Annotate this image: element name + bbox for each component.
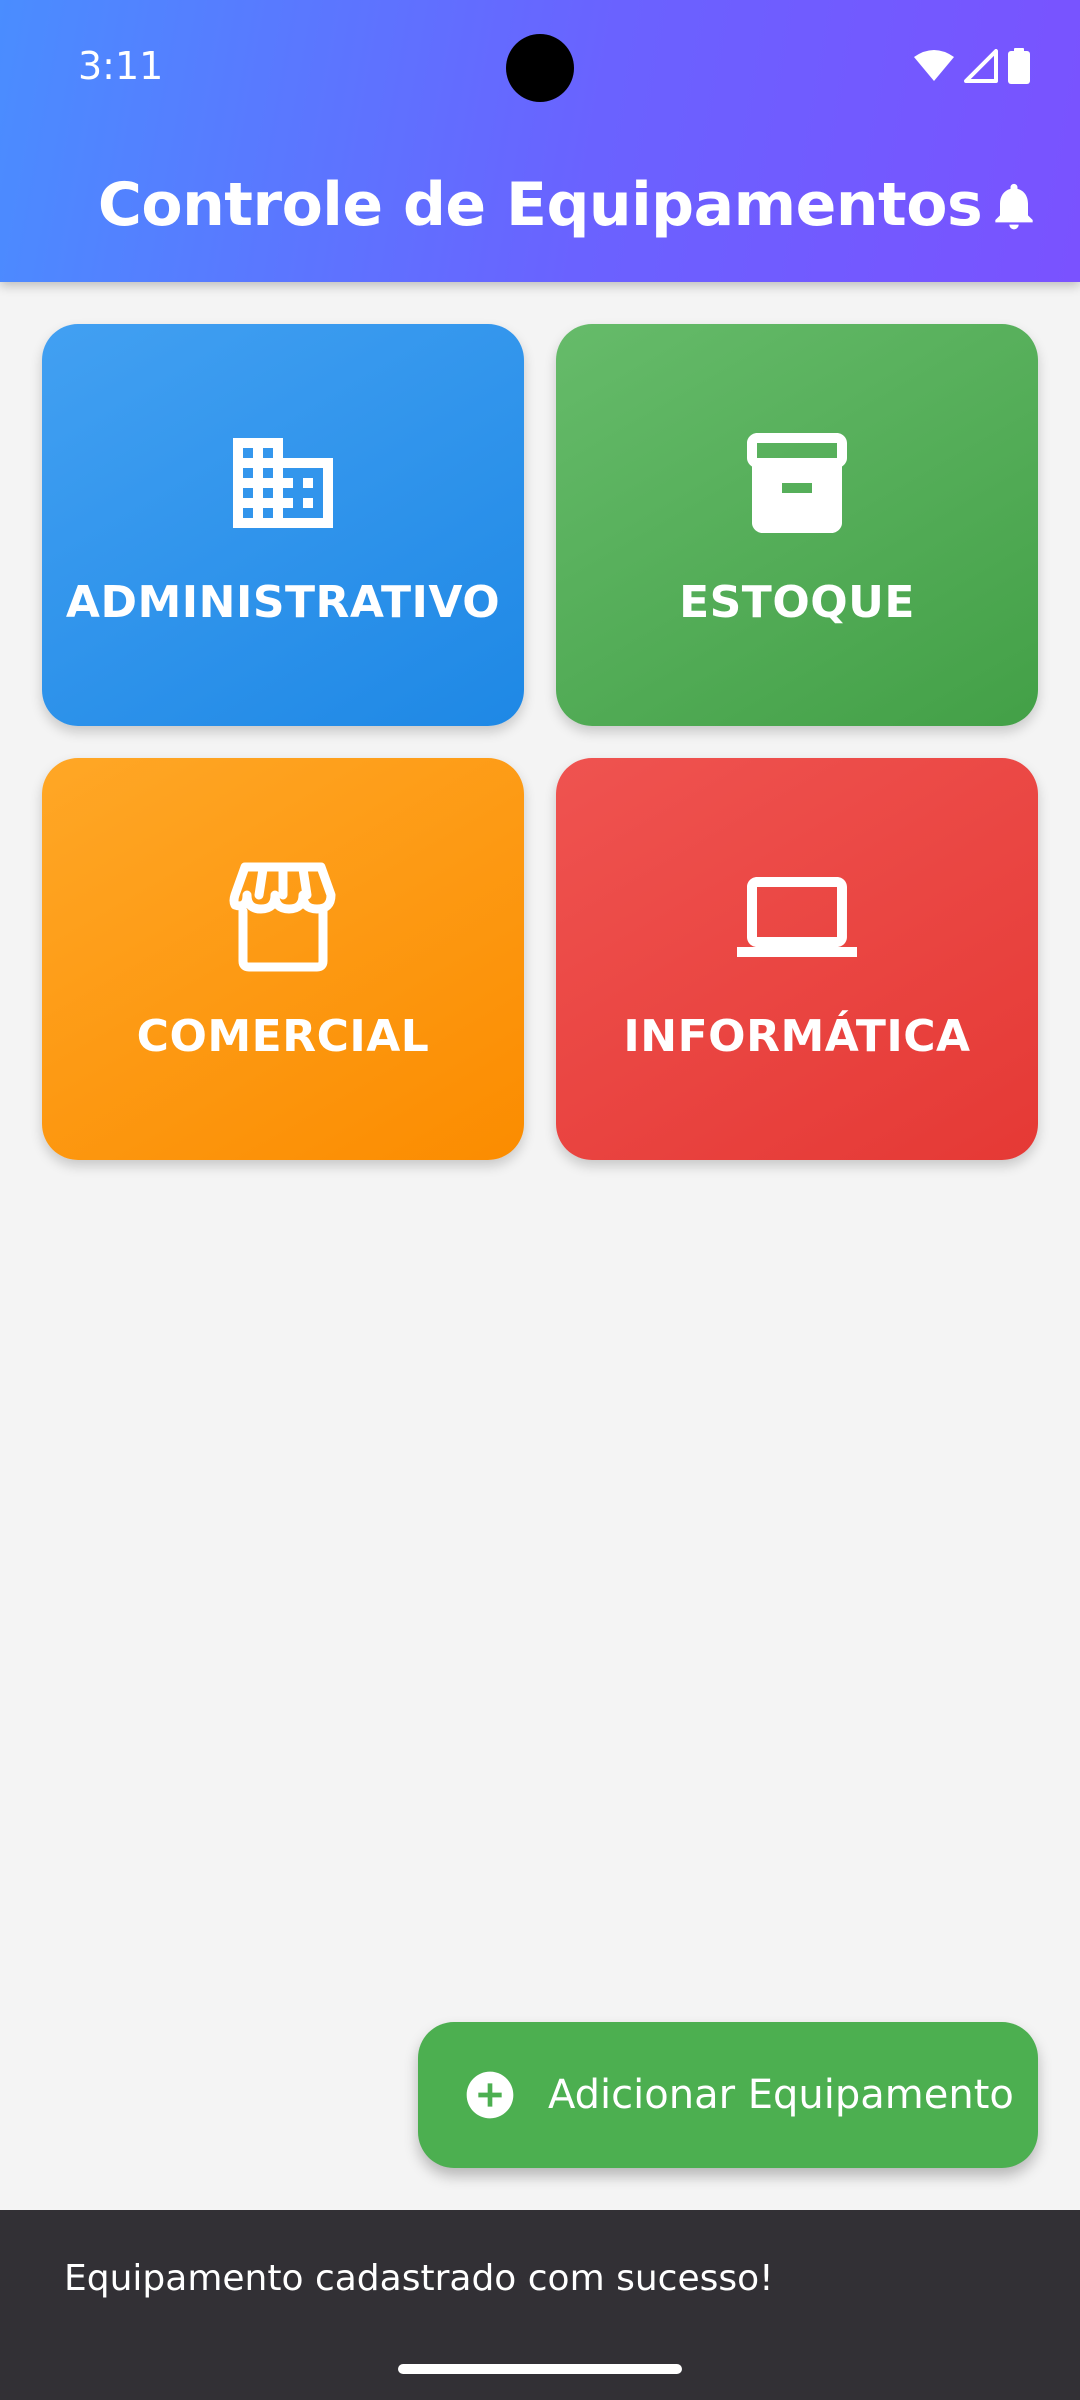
category-card-informatica[interactable]: INFORMÁTICA bbox=[556, 758, 1038, 1160]
status-time: 3:11 bbox=[78, 44, 164, 88]
archive-icon bbox=[747, 432, 847, 533]
camera-cutout bbox=[506, 34, 574, 102]
category-grid: ADMINISTRATIVO ESTOQUE COMERCIAL INFORMÁ… bbox=[42, 324, 1038, 1160]
page-title: Controle de Equipamentos bbox=[97, 170, 983, 240]
category-card-comercial[interactable]: COMERCIAL bbox=[42, 758, 524, 1160]
category-label: ESTOQUE bbox=[679, 576, 915, 628]
laptop-icon bbox=[737, 876, 857, 957]
category-label: INFORMÁTICA bbox=[623, 1010, 971, 1062]
add-equipment-button[interactable]: Adicionar Equipamento bbox=[418, 2022, 1038, 2168]
signal-icon bbox=[964, 49, 998, 83]
building-icon bbox=[233, 437, 333, 528]
snackbar-message: Equipamento cadastrado com sucesso! bbox=[64, 2258, 774, 2299]
category-card-estoque[interactable]: ESTOQUE bbox=[556, 324, 1038, 726]
wifi-icon bbox=[914, 50, 954, 81]
status-icons bbox=[914, 48, 1030, 84]
category-card-administrativo[interactable]: ADMINISTRATIVO bbox=[42, 324, 524, 726]
category-label: ADMINISTRATIVO bbox=[65, 576, 501, 628]
battery-icon bbox=[1008, 48, 1030, 84]
app-screen: 3:11 Controle de Equipamentos ADMINISTRA… bbox=[0, 0, 1080, 2400]
storefront-icon bbox=[229, 862, 336, 971]
add-circle-icon bbox=[466, 2071, 514, 2119]
bell-icon[interactable] bbox=[986, 178, 1042, 234]
app-bar: 3:11 Controle de Equipamentos bbox=[0, 0, 1080, 282]
category-label: COMERCIAL bbox=[136, 1010, 430, 1062]
add-equipment-label: Adicionar Equipamento bbox=[548, 2072, 1014, 2118]
home-indicator[interactable] bbox=[398, 2364, 682, 2374]
